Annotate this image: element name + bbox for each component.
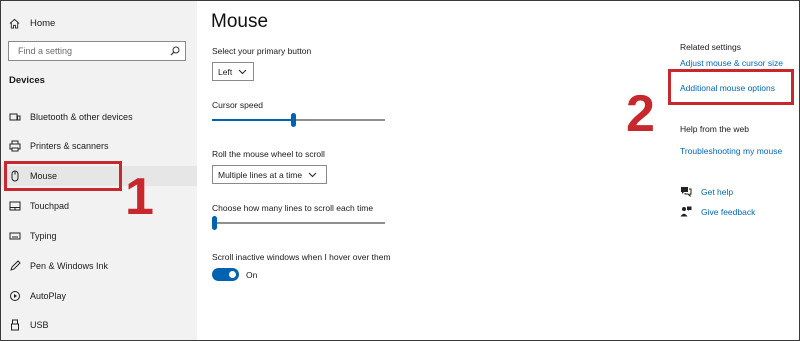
get-help-link[interactable]: Get help	[680, 186, 733, 197]
autoplay-icon	[9, 290, 21, 302]
step-marker-1: 1	[125, 168, 154, 226]
chevron-down-icon	[308, 172, 317, 177]
printer-icon	[9, 140, 21, 152]
cursor-speed-label: Cursor speed	[212, 100, 264, 110]
usb-icon	[9, 319, 21, 331]
scroll-wheel-label: Roll the mouse wheel to scroll	[212, 149, 325, 159]
adjust-mouse-cursor-link[interactable]: Adjust mouse & cursor size	[680, 58, 783, 68]
feedback-person-icon	[680, 206, 692, 217]
slider-track	[212, 222, 385, 224]
scroll-inactive-label: Scroll inactive windows when I hover ove…	[212, 252, 391, 262]
lines-to-scroll-slider[interactable]	[212, 216, 385, 230]
sidebar-item-label: Pen & Windows Ink	[30, 261, 109, 271]
sidebar-item-label: USB	[30, 320, 49, 330]
chevron-down-icon	[238, 69, 247, 74]
search-box[interactable]	[8, 41, 186, 61]
toggle-knob	[229, 271, 236, 278]
sidebar-item-label: Touchpad	[30, 201, 70, 211]
home-nav[interactable]: Home	[9, 14, 55, 32]
settings-window: Home Devices Bluetooth & other devices P…	[0, 0, 800, 341]
home-icon	[9, 18, 20, 29]
get-help-label: Get help	[701, 186, 734, 197]
slider-thumb[interactable]	[212, 216, 217, 230]
touchpad-icon	[9, 200, 21, 212]
sidebar-item-touchpad[interactable]: Touchpad	[1, 196, 197, 216]
troubleshooting-link[interactable]: Troubleshooting my mouse	[680, 146, 782, 156]
section-title: Devices	[9, 75, 45, 86]
sidebar-item-pen[interactable]: Pen & Windows Ink	[1, 256, 197, 276]
keyboard-icon	[9, 230, 21, 242]
slider-thumb[interactable]	[291, 113, 296, 127]
sidebar-item-label: Typing	[30, 231, 57, 241]
lines-to-scroll-label: Choose how many lines to scroll each tim…	[212, 203, 374, 213]
search-icon[interactable]	[170, 46, 180, 56]
pen-icon	[9, 260, 21, 272]
sidebar-item-bluetooth[interactable]: Bluetooth & other devices	[1, 107, 197, 127]
scroll-inactive-toggle[interactable]	[212, 268, 239, 281]
primary-button-dropdown[interactable]: Left	[212, 62, 254, 81]
give-feedback-link[interactable]: Give feedback	[680, 206, 755, 217]
sidebar-item-label: AutoPlay	[30, 291, 67, 301]
home-label: Home	[30, 17, 56, 29]
bluetooth-devices-icon	[9, 111, 21, 123]
primary-button-label: Select your primary button	[212, 46, 312, 56]
sidebar-item-label: Bluetooth & other devices	[30, 112, 133, 122]
scroll-wheel-dropdown[interactable]: Multiple lines at a time	[212, 165, 327, 184]
related-settings-heading: Related settings	[680, 42, 741, 52]
scroll-wheel-value: Multiple lines at a time	[218, 169, 303, 180]
search-input[interactable]	[16, 45, 160, 57]
step-marker-2: 2	[626, 85, 655, 143]
chat-bubbles-icon	[681, 187, 692, 197]
slider-fill	[212, 119, 293, 121]
page-title: Mouse	[211, 11, 269, 32]
give-feedback-label: Give feedback	[701, 206, 756, 217]
sidebar-item-printers[interactable]: Printers & scanners	[1, 136, 197, 156]
sidebar-item-usb[interactable]: USB	[1, 315, 197, 335]
help-heading: Help from the web	[680, 124, 749, 134]
cursor-speed-slider[interactable]	[212, 113, 385, 127]
primary-button-value: Left	[218, 66, 233, 77]
sidebar-item-autoplay[interactable]: AutoPlay	[1, 286, 197, 306]
sidebar-item-typing[interactable]: Typing	[1, 226, 197, 246]
highlight-box-mouse	[4, 161, 122, 191]
sidebar-item-label: Printers & scanners	[30, 141, 109, 151]
highlight-box-additional-options	[668, 69, 794, 105]
toggle-state-label: On	[246, 270, 258, 280]
